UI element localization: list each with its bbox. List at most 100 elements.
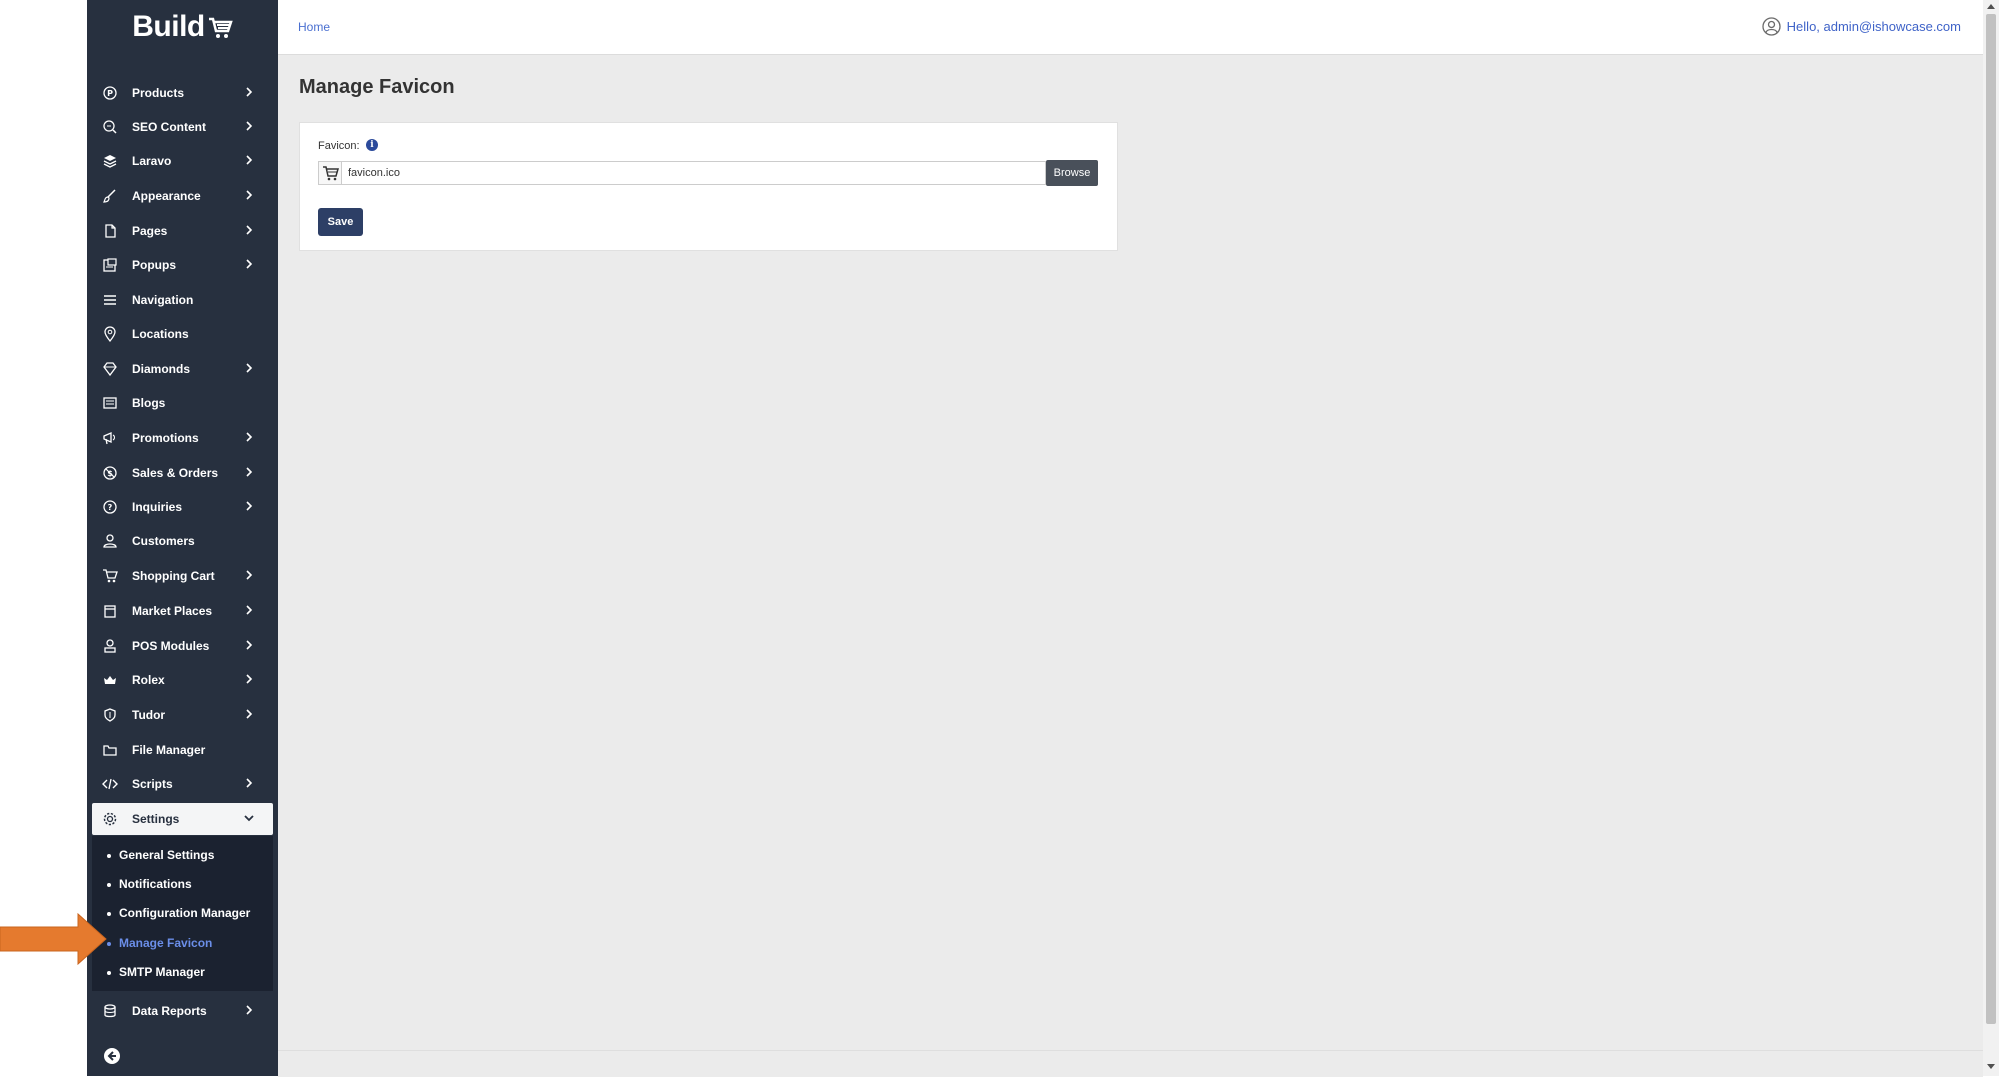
- vertical-scrollbar[interactable]: [1983, 0, 1999, 1076]
- sidebar-item-tudor[interactable]: Tudor: [92, 699, 273, 731]
- sidebar: Build P Products SEO Content Laravo Appe…: [87, 0, 278, 1076]
- sidebar-item-label: Customers: [132, 534, 195, 548]
- sidebar-item-products[interactable]: P Products: [92, 77, 273, 109]
- sidebar-item-inquiries[interactable]: ? Inquiries: [92, 491, 273, 523]
- sidebar-item-pages[interactable]: Pages: [92, 215, 273, 247]
- app-logo[interactable]: Build: [87, 10, 278, 44]
- shield-icon: [104, 708, 116, 722]
- megaphone-icon: [103, 432, 115, 445]
- database-icon: [104, 1004, 116, 1018]
- settings-submenu: General Settings Notifications Configura…: [92, 836, 273, 991]
- pos-icon: [104, 639, 116, 653]
- sidebar-item-seo-content[interactable]: SEO Content: [92, 111, 273, 143]
- browse-button[interactable]: Browse: [1046, 160, 1098, 186]
- chevron-right-icon: [246, 778, 253, 788]
- user-avatar-icon: [1762, 17, 1781, 36]
- sidebar-item-promotions[interactable]: Promotions: [92, 422, 273, 454]
- chevron-right-icon: [246, 190, 253, 200]
- sidebar-item-label: Blogs: [132, 396, 166, 410]
- sidebar-item-laravo[interactable]: Laravo: [92, 145, 273, 177]
- submenu-item-manage-favicon[interactable]: Manage Favicon: [92, 932, 273, 956]
- sidebar-item-scripts[interactable]: Scripts: [92, 768, 273, 800]
- sidebar-item-market-places[interactable]: Market Places: [92, 595, 273, 627]
- svg-text:?: ?: [108, 503, 113, 512]
- sidebar-item-blogs[interactable]: Blogs: [92, 387, 273, 419]
- sidebar-collapse-button[interactable]: [104, 1048, 120, 1064]
- scroll-up-arrow-icon[interactable]: [1987, 4, 1995, 9]
- sidebar-item-label: Laravo: [132, 154, 172, 168]
- sidebar-item-shopping-cart[interactable]: Shopping Cart: [92, 560, 273, 592]
- submenu-item-label: General Settings: [119, 848, 215, 862]
- sidebar-item-label: Scripts: [132, 777, 173, 791]
- page-title: Manage Favicon: [299, 76, 455, 98]
- brush-icon: [103, 189, 116, 203]
- page-icon: [105, 224, 116, 238]
- dollar-slash-icon: $: [103, 466, 117, 480]
- menu-lines-icon: [104, 295, 116, 305]
- favicon-form-card: Favicon: i Browse Save: [299, 122, 1118, 251]
- save-button[interactable]: Save: [318, 208, 363, 236]
- user-menu[interactable]: Hello, admin@ishowcase.com: [1762, 17, 1961, 36]
- app-logo-text: Build: [132, 10, 205, 43]
- sidebar-item-sales-orders[interactable]: $ Sales & Orders: [92, 457, 273, 489]
- sidebar-item-label: Rolex: [132, 673, 165, 687]
- seo-search-icon: [103, 120, 117, 134]
- sidebar-item-label: Navigation: [132, 293, 194, 307]
- sidebar-item-label: Diamonds: [132, 362, 191, 376]
- cart-favicon-icon: [323, 166, 339, 181]
- sidebar-item-label: Tudor: [132, 708, 166, 722]
- chevron-right-icon: [246, 570, 253, 580]
- sidebar-item-customers[interactable]: Customers: [92, 525, 273, 557]
- sidebar-item-label: Products: [132, 86, 185, 100]
- sidebar-item-navigation[interactable]: Navigation: [92, 284, 273, 316]
- chevron-right-icon: [246, 259, 253, 269]
- submenu-item-smtp-manager[interactable]: SMTP Manager: [92, 961, 273, 985]
- sidebar-item-data-reports[interactable]: Data Reports: [92, 995, 273, 1027]
- chevron-down-icon: [244, 815, 254, 822]
- submenu-item-notifications[interactable]: Notifications: [92, 873, 273, 897]
- sidebar-item-appearance[interactable]: Appearance: [92, 180, 273, 212]
- submenu-item-general-settings[interactable]: General Settings: [92, 844, 273, 868]
- scroll-down-arrow-icon[interactable]: [1987, 1064, 1995, 1069]
- tag-icon: P: [103, 86, 117, 100]
- sidebar-item-file-manager[interactable]: File Manager: [92, 734, 273, 766]
- folder-icon: [103, 745, 117, 756]
- sidebar-item-rolex[interactable]: Rolex: [92, 664, 273, 696]
- chevron-right-icon: [246, 225, 253, 235]
- annotation-arrow-icon: [0, 912, 107, 966]
- top-header: Home Hello, admin@ishowcase.com: [278, 0, 1983, 55]
- chevron-right-icon: [246, 501, 253, 511]
- sidebar-item-popups[interactable]: Popups: [92, 249, 273, 281]
- store-icon: [104, 605, 116, 618]
- favicon-file-input[interactable]: [342, 161, 1046, 185]
- scroll-thumb[interactable]: [1986, 14, 1996, 1024]
- sidebar-item-label: Popups: [132, 258, 176, 272]
- sidebar-item-label: Market Places: [132, 604, 213, 618]
- sidebar-item-label: Settings: [132, 812, 180, 826]
- breadcrumb-home[interactable]: Home: [298, 20, 330, 34]
- sidebar-item-label: File Manager: [132, 743, 206, 757]
- svg-text:P: P: [107, 89, 113, 98]
- favicon-file-group: Browse: [318, 160, 1102, 186]
- cart-logo-icon: [208, 17, 233, 39]
- chevron-right-icon: [246, 467, 253, 477]
- sidebar-item-label: Promotions: [132, 431, 199, 445]
- gear-icon: [103, 812, 117, 826]
- bullet-icon: [107, 854, 111, 858]
- chevron-right-icon: [246, 709, 253, 719]
- sidebar-item-label: Shopping Cart: [132, 569, 215, 583]
- info-icon[interactable]: i: [366, 139, 378, 151]
- diamond-icon: [103, 362, 117, 377]
- sidebar-item-label: SEO Content: [132, 120, 206, 134]
- sidebar-item-settings[interactable]: Settings: [92, 803, 273, 835]
- submenu-item-configuration-manager[interactable]: Configuration Manager: [92, 902, 273, 926]
- user-greeting: Hello, admin@ishowcase.com: [1786, 19, 1961, 34]
- sidebar-item-locations[interactable]: Locations: [92, 318, 273, 350]
- question-icon: ?: [103, 500, 117, 514]
- chevron-right-icon: [246, 605, 253, 615]
- favicon-label: Favicon:: [318, 140, 360, 152]
- cart-icon: [103, 569, 118, 583]
- chevron-right-icon: [246, 640, 253, 650]
- sidebar-item-pos-modules[interactable]: POS Modules: [92, 630, 273, 662]
- sidebar-item-diamonds[interactable]: Diamonds: [92, 353, 273, 385]
